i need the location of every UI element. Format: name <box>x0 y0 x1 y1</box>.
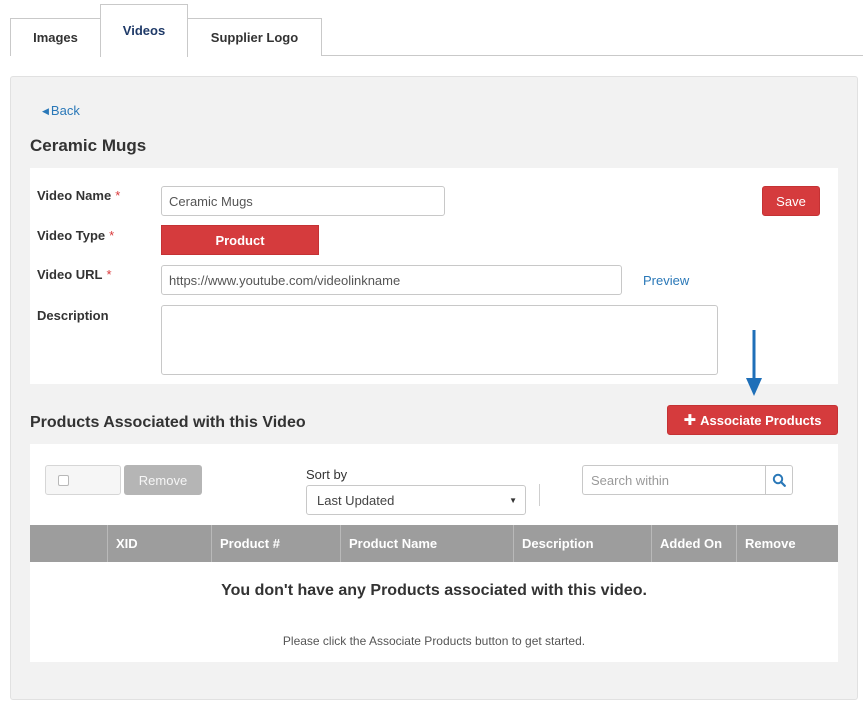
sort-by-select[interactable]: Last Updated ▼ <box>306 485 526 515</box>
caret-left-icon: ◀ <box>42 106 49 116</box>
plus-icon: ✚ <box>683 412 697 429</box>
column-header-product-name[interactable]: Product Name <box>340 525 513 562</box>
back-link-label: Back <box>50 103 80 118</box>
video-url-input[interactable]: https://www.youtube.com/videolinkname <box>161 265 622 295</box>
select-all-checkbox[interactable] <box>58 475 69 486</box>
column-header-description[interactable]: Description <box>513 525 651 562</box>
column-header-remove: Remove <box>736 525 810 562</box>
column-header-added-on[interactable]: Added On <box>651 525 736 562</box>
sort-by-label: Sort by <box>306 467 348 482</box>
remove-button[interactable]: Remove <box>124 465 202 495</box>
tab-supplier-logo[interactable]: Supplier Logo <box>187 18 322 56</box>
toolbar-divider <box>539 484 540 506</box>
back-link[interactable]: ◀ Back <box>42 103 80 118</box>
search-icon <box>772 473 786 487</box>
associate-products-label: Associate Products <box>700 412 822 428</box>
video-type-label: Video Type * <box>37 228 115 243</box>
column-header-product-number[interactable]: Product # <box>211 525 340 562</box>
tab-videos[interactable]: Videos <box>100 4 188 57</box>
associate-products-button[interactable]: ✚ Associate Products <box>667 405 838 435</box>
required-marker: * <box>109 228 115 243</box>
description-textarea[interactable] <box>161 305 718 375</box>
tab-bar: Images Videos Supplier Logo <box>0 0 863 57</box>
video-url-label: Video URL * <box>37 267 112 282</box>
empty-state-title: You don't have any Products associated w… <box>221 582 647 599</box>
required-marker: * <box>115 188 121 203</box>
products-table-header: XID Product # Product Name Description A… <box>30 525 838 562</box>
empty-state-subtitle: Please click the Associate Products butt… <box>282 634 586 648</box>
search-input[interactable]: Search within <box>582 465 766 495</box>
save-button[interactable]: Save <box>762 186 820 216</box>
video-name-label: Video Name * <box>37 188 121 203</box>
video-name-input[interactable]: Ceramic Mugs <box>161 186 445 216</box>
products-section-title: Products Associated with this Video <box>30 414 306 431</box>
page-title: Ceramic Mugs <box>30 136 147 155</box>
chevron-down-icon: ▼ <box>509 496 517 505</box>
arrow-down-icon <box>746 330 762 396</box>
required-marker: * <box>106 267 112 282</box>
column-header-select <box>30 525 107 562</box>
search-button[interactable] <box>765 465 793 495</box>
column-header-xid[interactable]: XID <box>107 525 211 562</box>
video-type-product-button[interactable]: Product <box>161 225 319 255</box>
sort-by-value: Last Updated <box>317 492 395 508</box>
select-all-dropdown[interactable] <box>45 465 121 495</box>
preview-link[interactable]: Preview <box>643 273 689 288</box>
description-label: Description <box>37 308 109 323</box>
tab-images[interactable]: Images <box>10 18 101 56</box>
